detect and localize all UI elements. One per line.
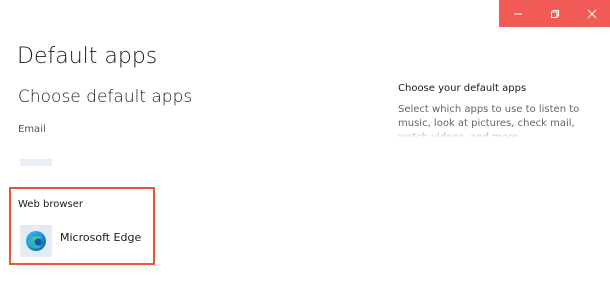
- web-browser-app-button[interactable]: Microsoft Edge: [20, 225, 141, 257]
- restore-button[interactable]: [536, 0, 573, 27]
- side-panel-description: Select which apps to use to listen to mu…: [398, 103, 598, 138]
- web-browser-app-name: Microsoft Edge: [60, 230, 142, 244]
- email-label: Email: [18, 124, 46, 135]
- minimize-button[interactable]: [499, 0, 536, 27]
- email-app-button[interactable]: [20, 159, 52, 166]
- minimize-icon: [513, 13, 522, 14]
- window-controls: [499, 0, 610, 27]
- section-title: Choose default apps: [18, 87, 193, 107]
- side-panel-title: Choose your default apps: [398, 83, 527, 94]
- close-icon: [587, 9, 596, 18]
- microsoft-edge-icon: [20, 225, 52, 257]
- page-title: Default apps: [17, 44, 158, 69]
- settings-window: Default apps Choose default apps Email W…: [0, 0, 610, 283]
- web-browser-label: Web browser: [18, 199, 83, 210]
- restore-icon: [550, 9, 559, 18]
- description-fade: [398, 129, 598, 138]
- close-button[interactable]: [573, 0, 610, 27]
